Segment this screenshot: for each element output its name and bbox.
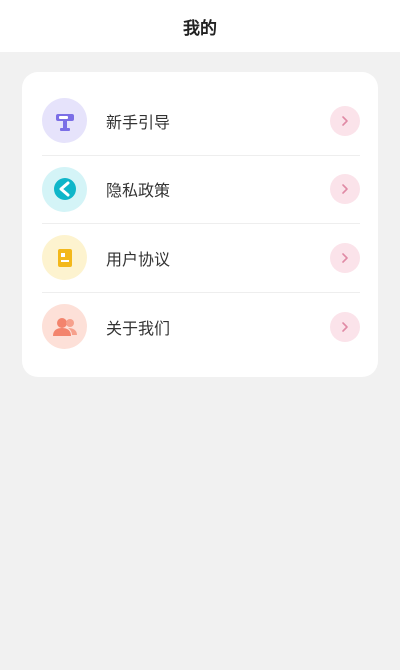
menu-item-label: 新手引导 xyxy=(106,112,171,132)
agreement-doc-icon xyxy=(42,235,87,281)
page-title: 我的 xyxy=(183,18,217,39)
menu-item-guide[interactable]: 新手引导 xyxy=(42,87,360,156)
chevron-right-icon xyxy=(330,311,360,342)
chevron-right-icon xyxy=(330,242,360,273)
menu-item-label: 关于我们 xyxy=(106,318,171,338)
shield-icon xyxy=(42,166,87,212)
menu-item-label: 用户协议 xyxy=(106,249,171,269)
signpost-icon xyxy=(42,98,87,144)
users-icon xyxy=(42,304,87,350)
menu-card: 新手引导 隐私政策 用户协议 关于我们 xyxy=(22,72,378,377)
menu-item-about[interactable]: 关于我们 xyxy=(42,293,360,362)
chevron-right-icon xyxy=(330,174,360,205)
menu-item-agreement[interactable]: 用户协议 xyxy=(42,224,360,293)
chevron-right-icon xyxy=(330,105,360,136)
header-bar: 我的 xyxy=(0,0,400,52)
menu-item-label: 隐私政策 xyxy=(106,181,171,201)
menu-item-privacy[interactable]: 隐私政策 xyxy=(42,156,360,224)
